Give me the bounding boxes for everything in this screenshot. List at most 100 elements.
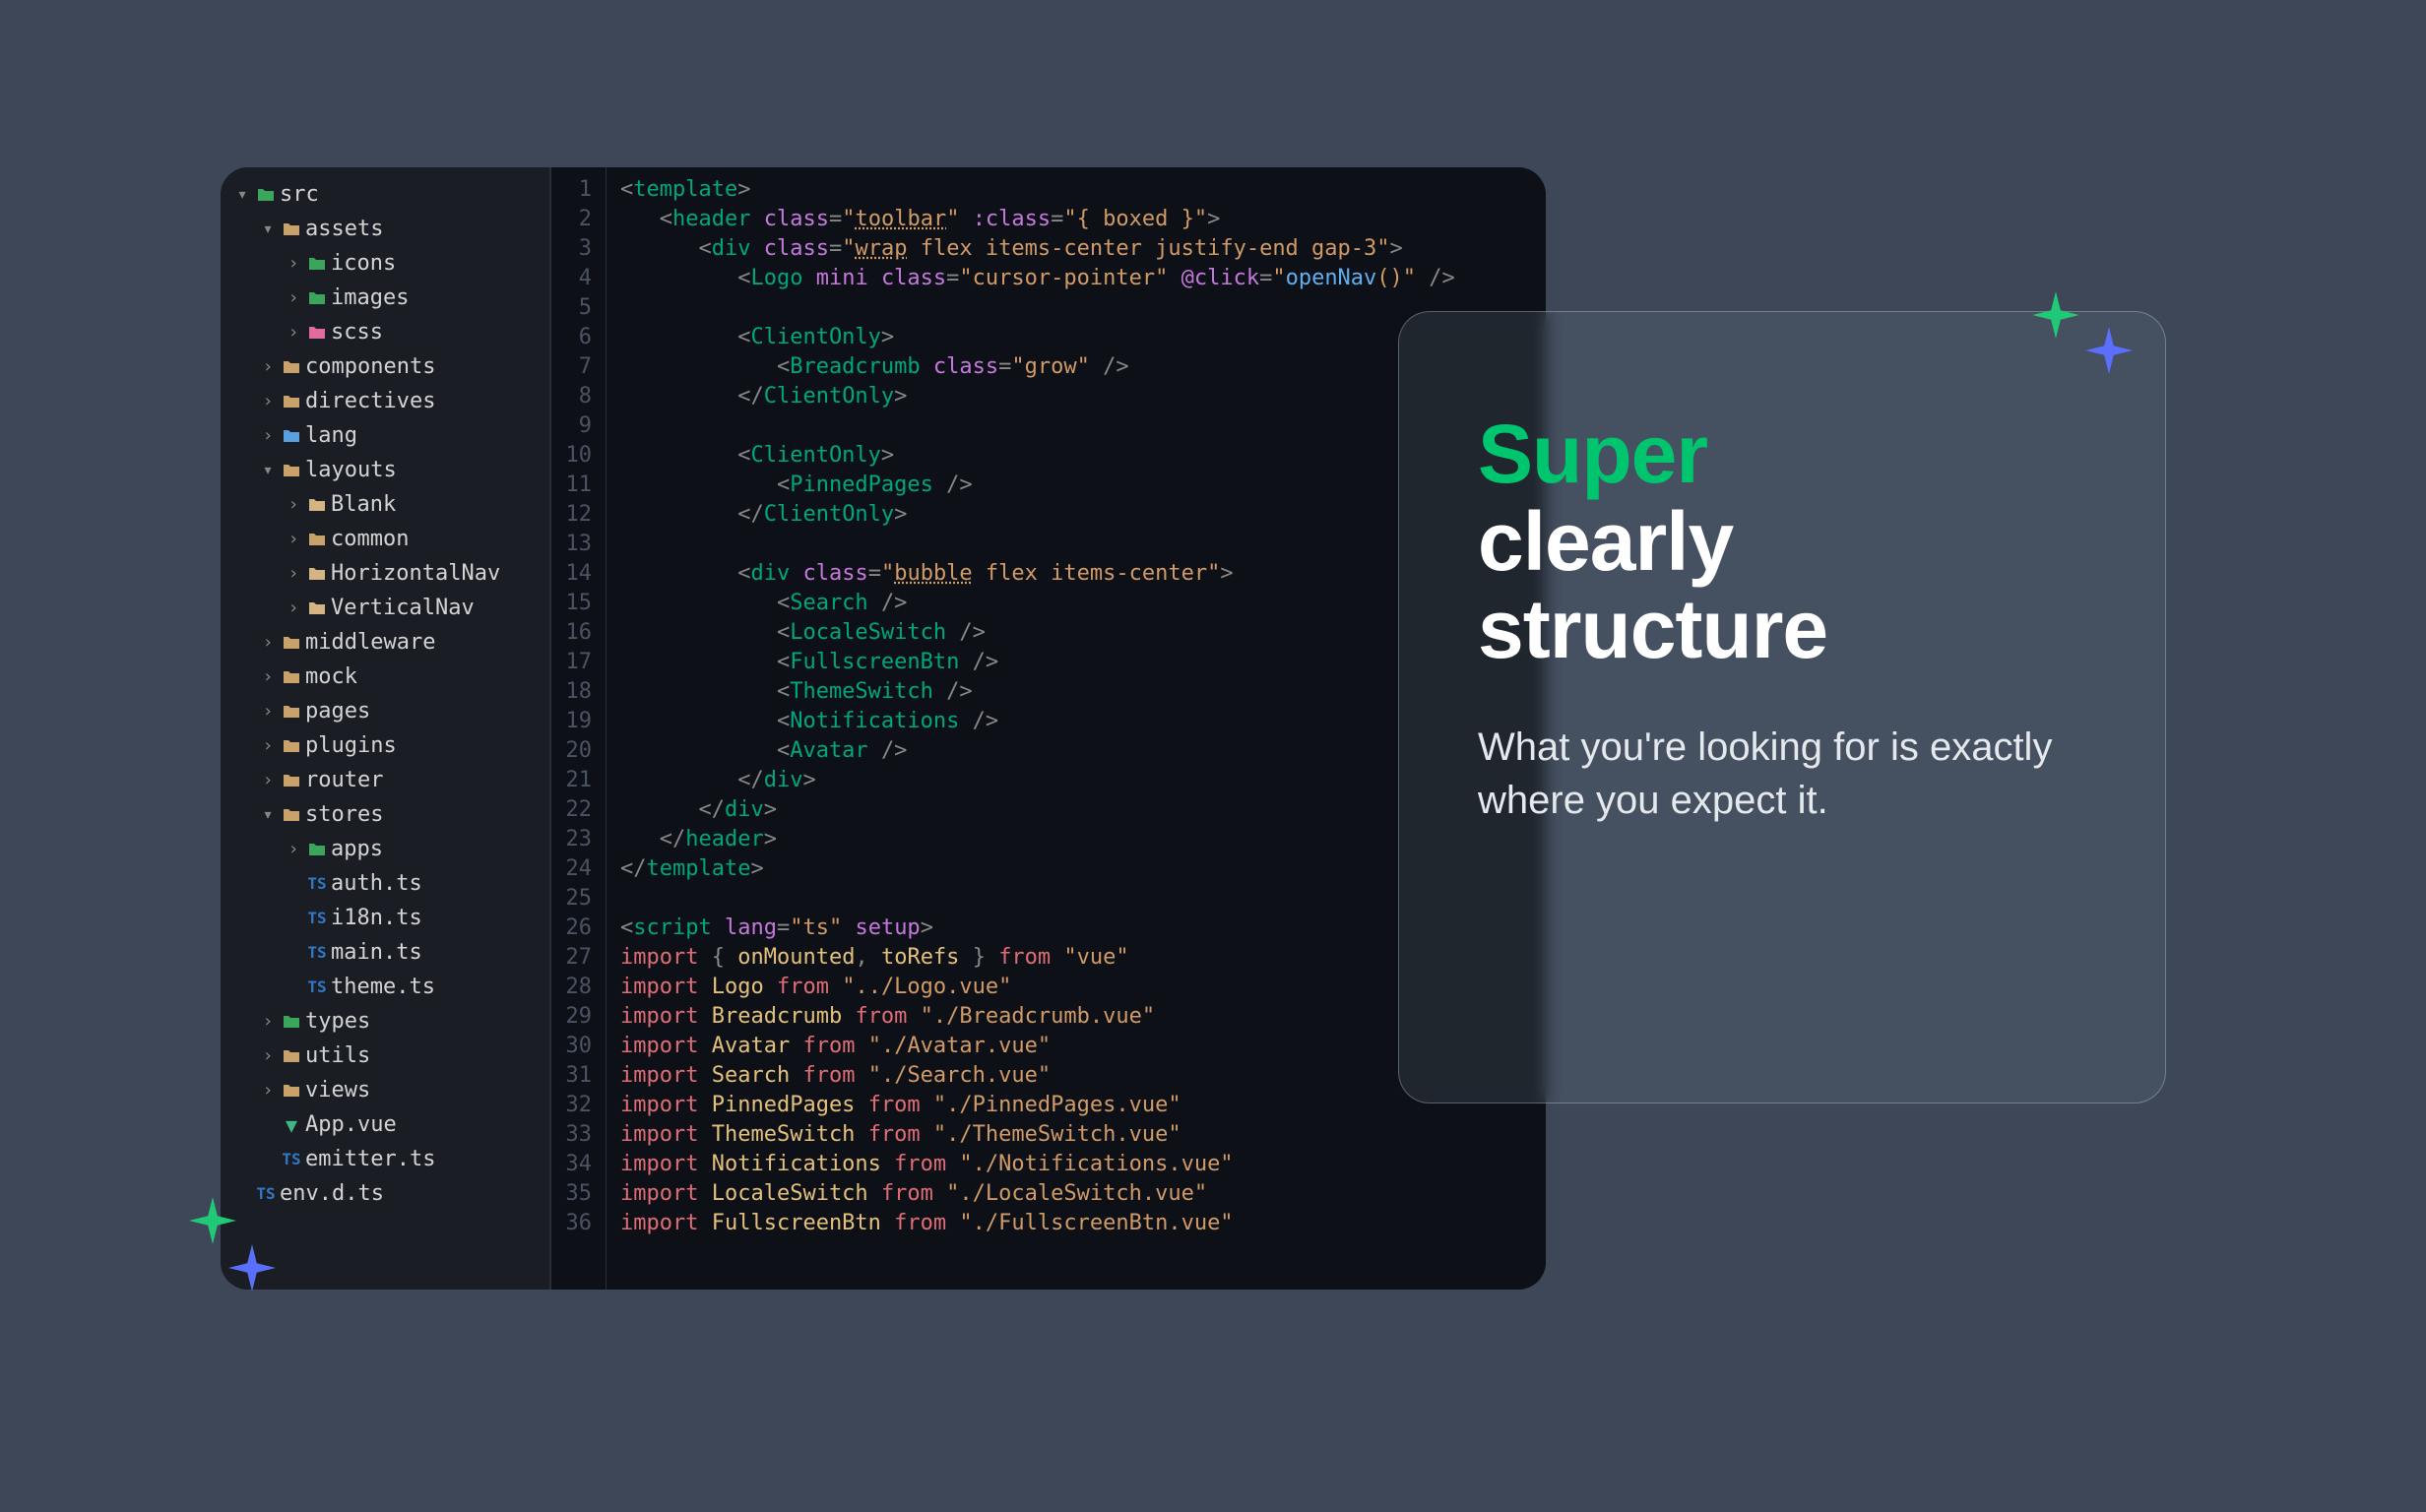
tree-item[interactable]: › middleware (221, 625, 549, 660)
tree-item[interactable]: TSmain.ts (221, 935, 549, 970)
tree-item-label: auth.ts (331, 871, 422, 896)
chevron-icon: › (258, 632, 278, 653)
tree-item-label: i18n.ts (331, 906, 422, 930)
sparkle-icon (2032, 291, 2079, 339)
chevron-icon: › (258, 770, 278, 790)
tree-item-label: main.ts (331, 940, 422, 965)
tree-item[interactable]: › icons (221, 246, 549, 281)
tree-item-label: env.d.ts (280, 1181, 384, 1206)
tree-item-label: emitter.ts (305, 1147, 435, 1171)
code-line[interactable]: import ThemeSwitch from "./ThemeSwitch.v… (620, 1120, 1546, 1150)
tree-item-label: mock (305, 664, 357, 689)
tree-item[interactable]: › scss (221, 315, 549, 349)
tree-item-label: pages (305, 699, 370, 724)
chevron-icon: › (284, 253, 303, 274)
tree-item[interactable]: ▾ assets (221, 212, 549, 246)
tree-item[interactable]: › apps (221, 832, 549, 866)
tree-item[interactable]: ›plugins (221, 728, 549, 763)
chevron-icon: › (284, 563, 303, 584)
tree-item[interactable]: TSemitter.ts (221, 1142, 549, 1176)
tree-item[interactable]: › pages (221, 694, 549, 728)
card-title: clearly structure (1478, 495, 1827, 675)
chevron-icon: › (284, 287, 303, 308)
chevron-icon: › (258, 356, 278, 377)
tree-item[interactable]: TSauth.ts (221, 866, 549, 901)
sparkle-icon (228, 1244, 276, 1292)
chevron-icon: › (284, 494, 303, 515)
tree-item[interactable]: › HorizontalNav (221, 556, 549, 591)
tree-item-label: stores (305, 802, 383, 827)
line-gutter: 1234567891011121314151617181920212223242… (551, 167, 606, 1290)
tree-item-label: utils (305, 1043, 370, 1068)
code-line[interactable]: import PinnedPages from "./PinnedPages.v… (620, 1091, 1546, 1120)
editor-pane[interactable]: 1234567891011121314151617181920212223242… (551, 167, 1546, 1290)
tree-item-label: apps (331, 837, 383, 861)
tree-item[interactable]: TSenv.d.ts (221, 1176, 549, 1211)
chevron-icon: › (284, 322, 303, 343)
code-line[interactable]: <div class="wrap flex items-center justi… (620, 234, 1546, 264)
chevron-icon: ▾ (258, 219, 278, 239)
tree-item[interactable]: ▾ src (221, 177, 549, 212)
tree-item-label: common (331, 527, 409, 551)
chevron-icon: › (284, 529, 303, 549)
code-line[interactable]: <header class="toolbar" :class="{ boxed … (620, 205, 1546, 234)
tree-item-label: lang (305, 423, 357, 448)
chevron-icon: › (284, 598, 303, 618)
tree-item-label: VerticalNav (331, 596, 475, 620)
tree-item-label: views (305, 1078, 370, 1102)
tree-item-label: scss (331, 320, 383, 345)
tree-item-label: middleware (305, 630, 435, 655)
code-line[interactable]: import LocaleSwitch from "./LocaleSwitch… (620, 1179, 1546, 1209)
tree-item-label: Blank (331, 492, 396, 517)
chevron-icon: › (258, 701, 278, 722)
code-line[interactable]: <template> (620, 175, 1546, 205)
sparkle-icon (189, 1197, 236, 1244)
card-subtitle: What you're looking for is exactly where… (1478, 721, 2086, 827)
code-line[interactable] (620, 293, 1546, 323)
tree-item[interactable]: › common (221, 522, 549, 556)
card-title-accent: Super (1478, 408, 1707, 500)
code-line[interactable]: import Notifications from "./Notificatio… (620, 1150, 1546, 1179)
sparkle-icon (2085, 327, 2133, 374)
tree-item-label: images (331, 285, 409, 310)
tree-item-label: assets (305, 217, 383, 241)
tree-item[interactable]: › lang (221, 418, 549, 453)
tree-item[interactable]: TSi18n.ts (221, 901, 549, 935)
tree-item[interactable]: ▼App.vue (221, 1107, 549, 1142)
tree-item[interactable]: › mock (221, 660, 549, 694)
code-line[interactable]: <Logo mini class="cursor-pointer" @click… (620, 264, 1546, 293)
tree-item[interactable]: › types (221, 1004, 549, 1039)
tree-item-label: App.vue (305, 1112, 397, 1137)
tree-item-label: router (305, 768, 383, 792)
tree-item-label: src (280, 182, 319, 207)
tree-item[interactable]: › router (221, 763, 549, 797)
tree-item[interactable]: TStheme.ts (221, 970, 549, 1004)
file-explorer[interactable]: ▾src▾assets›icons›images›scss›components… (221, 167, 551, 1290)
tree-item[interactable]: › images (221, 281, 549, 315)
chevron-icon: › (258, 1080, 278, 1101)
code-line[interactable]: import FullscreenBtn from "./FullscreenB… (620, 1209, 1546, 1238)
tree-item-label: layouts (305, 458, 397, 482)
tree-item[interactable]: ▾ stores (221, 797, 549, 832)
chevron-icon: › (258, 735, 278, 756)
tree-item[interactable]: ›components (221, 349, 549, 384)
chevron-icon: ▾ (258, 804, 278, 825)
chevron-icon: ▾ (258, 460, 278, 480)
chevron-icon: › (258, 425, 278, 446)
tree-item[interactable]: › Blank (221, 487, 549, 522)
tree-item[interactable]: ▾ layouts (221, 453, 549, 487)
chevron-icon: ▾ (232, 184, 252, 205)
tree-item-label: types (305, 1009, 370, 1034)
chevron-icon: › (284, 839, 303, 859)
chevron-icon: › (258, 1011, 278, 1032)
tree-item-label: HorizontalNav (331, 561, 500, 586)
tree-item[interactable]: › VerticalNav (221, 591, 549, 625)
tree-item[interactable]: ›directives (221, 384, 549, 418)
feature-card: Super clearly structure What you're look… (1398, 311, 2166, 1103)
tree-item[interactable]: › utils (221, 1039, 549, 1073)
tree-item[interactable]: › views (221, 1073, 549, 1107)
chevron-icon: › (258, 1045, 278, 1066)
chevron-icon: › (258, 666, 278, 687)
code-editor: ▾src▾assets›icons›images›scss›components… (221, 167, 1546, 1290)
tree-item-label: icons (331, 251, 396, 276)
